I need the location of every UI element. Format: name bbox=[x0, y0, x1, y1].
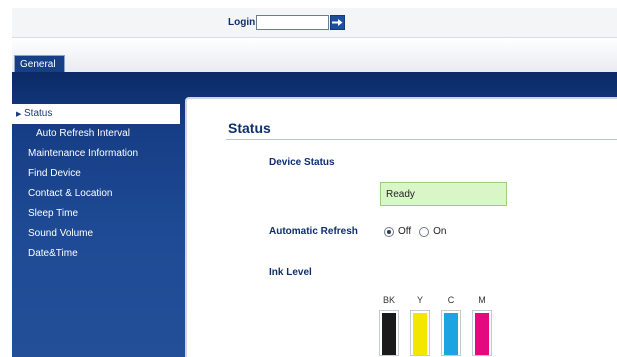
triangle-right-icon: ▶ bbox=[16, 111, 22, 118]
arrow-right-icon bbox=[332, 19, 343, 26]
sidebar: ▶ Status Auto Refresh Interval Maintenanc… bbox=[12, 104, 180, 264]
refresh-on-radio[interactable] bbox=[419, 226, 430, 237]
ink-label-y: Y bbox=[416, 295, 423, 305]
title-divider bbox=[226, 139, 617, 140]
page-title: Status bbox=[228, 120, 271, 136]
main-panel: Status Device Status Ready Automatic Ref… bbox=[185, 97, 617, 357]
automatic-refresh-radio-group: Off On bbox=[384, 226, 455, 237]
sidebar-item-status[interactable]: ▶ Status bbox=[12, 104, 180, 124]
refresh-on-option[interactable]: On bbox=[419, 226, 447, 237]
sidebar-item-date-time[interactable]: Date&Time bbox=[12, 244, 180, 264]
ink-fill-bk bbox=[382, 313, 396, 355]
sidebar-item-auto-refresh-interval[interactable]: Auto Refresh Interval bbox=[12, 124, 180, 144]
ink-gauge-y bbox=[410, 310, 430, 356]
login-area: Login bbox=[228, 15, 346, 30]
ink-cartridge-labels: BK Y C M bbox=[379, 295, 499, 307]
ink-gauge-c bbox=[441, 310, 461, 356]
tab-strip: General bbox=[12, 38, 617, 72]
refresh-off-label: Off bbox=[398, 226, 412, 237]
login-go-button[interactable] bbox=[330, 15, 346, 30]
sidebar-item-label: Status bbox=[24, 108, 53, 119]
device-status-label: Device Status bbox=[269, 157, 335, 168]
sidebar-item-contact-location[interactable]: Contact & Location bbox=[12, 184, 180, 204]
ink-gauge-bk bbox=[379, 310, 399, 356]
refresh-off-radio[interactable] bbox=[384, 226, 394, 237]
ink-fill-y bbox=[413, 313, 427, 355]
automatic-refresh-label: Automatic Refresh bbox=[269, 226, 358, 237]
device-status-value: Ready bbox=[380, 182, 507, 206]
top-bar: Login bbox=[12, 8, 617, 38]
ink-label-bk: BK bbox=[382, 295, 395, 305]
login-label: Login bbox=[228, 17, 256, 28]
sidebar-item-sound-volume[interactable]: Sound Volume bbox=[12, 224, 180, 244]
login-password-input[interactable] bbox=[256, 15, 330, 30]
ink-fill-c bbox=[444, 313, 458, 355]
tab-general[interactable]: General bbox=[14, 55, 65, 72]
sidebar-item-find-device[interactable]: Find Device bbox=[12, 164, 180, 184]
ink-gauge-m bbox=[472, 310, 492, 356]
sidebar-item-sleep-time[interactable]: Sleep Time bbox=[12, 204, 180, 224]
ink-label-c: C bbox=[447, 295, 455, 305]
ink-label-m: M bbox=[478, 295, 486, 305]
sidebar-item-maintenance-information[interactable]: Maintenance Information bbox=[12, 144, 180, 164]
refresh-off-option[interactable]: Off bbox=[384, 226, 411, 237]
ink-fill-m bbox=[475, 313, 489, 355]
refresh-on-label: On bbox=[433, 226, 447, 237]
ink-level-label: Ink Level bbox=[269, 267, 312, 278]
